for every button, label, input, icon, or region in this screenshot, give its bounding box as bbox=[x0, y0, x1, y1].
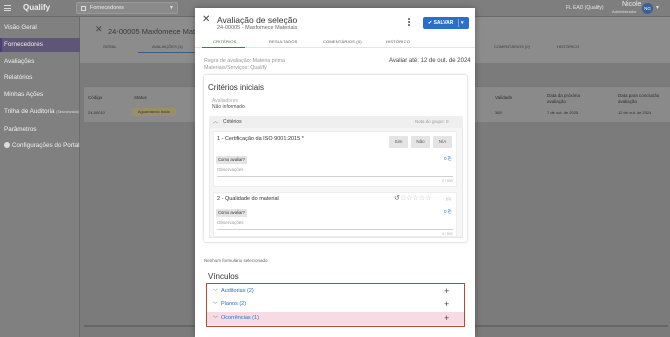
avatar[interactable]: NG bbox=[642, 3, 653, 14]
link-row-planos[interactable]: ﹀ Planos (2) + bbox=[207, 298, 464, 311]
sidebar-item-fornecedores[interactable]: Fornecedores bbox=[0, 38, 80, 52]
module-selector[interactable]: Fornecedores ▾ bbox=[76, 2, 178, 14]
sidebar: Visão Geral Fornecedores Avaliações Rela… bbox=[0, 17, 80, 337]
column-header-conclusao[interactable]: Data para conclusão avaliação bbox=[618, 93, 668, 104]
sidebar-item-relatorios[interactable]: Relatórios bbox=[0, 71, 80, 85]
sidebar-item-parametros[interactable]: Parâmetros bbox=[0, 123, 80, 137]
add-icon[interactable]: + bbox=[444, 312, 449, 324]
sidebar-item-visao-geral[interactable]: Visão Geral bbox=[0, 21, 80, 35]
link-label[interactable]: Ocorrências (1) bbox=[221, 315, 259, 321]
more-options-icon[interactable] bbox=[408, 18, 411, 28]
cell-codigo: 24-00010 bbox=[88, 110, 105, 115]
modal-subtitle: 24-00005 - Maxfomece Materiais bbox=[217, 25, 298, 31]
add-icon[interactable]: + bbox=[444, 298, 449, 310]
close-icon[interactable]: ✕ bbox=[95, 24, 103, 35]
rule-info: Regra de avaliação: Matéria prima Materi… bbox=[204, 58, 285, 71]
tab-comentarios[interactable]: COMENTÁRIOS (0) bbox=[323, 39, 362, 44]
active-tab-indicator bbox=[138, 52, 195, 53]
module-icon bbox=[81, 6, 86, 11]
group-score: Nota do grupo: 0 bbox=[415, 119, 449, 124]
save-button[interactable]: ✔ SALVAR ▾ bbox=[423, 17, 469, 29]
chevron-down-icon[interactable]: ﹀ bbox=[213, 315, 218, 322]
chevron-down-icon: ▾ bbox=[169, 5, 173, 11]
criteria-section-label: Critérios bbox=[223, 119, 242, 125]
sidebar-item-configuracoes[interactable]: Configurações do Portal bbox=[0, 139, 80, 153]
column-header-status[interactable]: Status bbox=[134, 95, 147, 101]
chevron-down-icon[interactable]: ﹀ bbox=[213, 288, 218, 295]
gear-icon bbox=[4, 142, 10, 149]
link-row-auditorias[interactable]: ﹀ Auditorias (2) + bbox=[207, 285, 464, 298]
module-label: Fornecedores bbox=[90, 5, 124, 11]
modal-title: Avaliação de seleção bbox=[217, 15, 298, 25]
option-sim-button[interactable]: Sim bbox=[389, 136, 408, 148]
tab-historico[interactable]: HISTÓRICO bbox=[386, 39, 410, 44]
attachment-count[interactable]: 0 ⎘ bbox=[444, 209, 451, 214]
star-rating[interactable]: ☆☆☆☆☆ bbox=[400, 194, 431, 202]
status-badge: Aguardando início bbox=[132, 108, 176, 116]
char-count: 0 / 500 bbox=[442, 232, 453, 236]
chevron-down-icon[interactable]: ▾ bbox=[656, 4, 659, 11]
chevron-up-icon[interactable]: ︿ bbox=[213, 118, 218, 125]
user-role: Administrador bbox=[612, 9, 637, 14]
sync-label: (Sincronizado) bbox=[56, 110, 79, 114]
column-header-codigo[interactable]: Código bbox=[88, 95, 102, 101]
sidebar-item-minhas-acoes[interactable]: Minhas Ações bbox=[0, 88, 80, 102]
tab-historico[interactable]: HISTÓRICO bbox=[557, 44, 579, 49]
add-icon[interactable]: + bbox=[444, 285, 449, 297]
due-date: Avaliar até: 12 de out. de 2024 bbox=[389, 58, 471, 64]
save-icon: ✔ bbox=[428, 20, 433, 26]
tab-resultados[interactable]: RESULTADOS bbox=[269, 39, 298, 44]
attachment-icon: ⎘ bbox=[447, 209, 452, 214]
chevron-down-icon[interactable]: ▾ bbox=[461, 17, 464, 29]
attachment-count[interactable]: 0 ⎘ bbox=[444, 156, 451, 161]
link-row-ocorrencias[interactable]: ﹀ Ocorrências (1) + bbox=[207, 312, 464, 325]
observations-field[interactable]: Observações bbox=[217, 167, 453, 177]
question-title: 2 - Qualidade do material bbox=[217, 196, 279, 202]
column-header-proxima[interactable]: Data da próxima avaliação bbox=[547, 93, 597, 104]
cell-proxima: 7 de out. de 2025 bbox=[547, 110, 579, 115]
link-label[interactable]: Planos (2) bbox=[221, 301, 246, 307]
evaluators-value: Não informado bbox=[212, 104, 245, 110]
tab-comentarios[interactable]: COMENTÁRIOS (0) bbox=[494, 44, 530, 49]
tab-criterios[interactable]: CRITÉRIOS bbox=[213, 39, 237, 44]
user-name[interactable]: Nicole bbox=[622, 1, 641, 8]
app-logo[interactable]: Qualify bbox=[23, 3, 50, 12]
cell-conclusao: 12 de out. de 2024 bbox=[618, 110, 652, 115]
how-to-evaluate-button[interactable]: Como avaliar? bbox=[216, 209, 247, 217]
option-nao-button[interactable]: Não bbox=[411, 136, 430, 148]
link-label[interactable]: Auditorias (2) bbox=[221, 288, 254, 294]
active-tab-indicator bbox=[202, 47, 245, 48]
evaluation-modal: ✕ Avaliação de seleção 24-00005 - Maxfom… bbox=[195, 8, 475, 337]
cell-validade: 365 bbox=[495, 110, 502, 115]
option-na-button[interactable]: N/A bbox=[433, 136, 452, 148]
company-name: FL EAD (Qualify) bbox=[566, 5, 604, 11]
reset-icon[interactable]: ↺ bbox=[394, 194, 400, 202]
sidebar-item-avaliacoes[interactable]: Avaliações bbox=[0, 55, 80, 69]
links-title: Vínculos bbox=[208, 272, 239, 281]
menu-icon[interactable] bbox=[4, 5, 11, 11]
question-title: 1 - Certificação da ISO 9001:2015 * bbox=[217, 136, 304, 142]
star-value: (0) bbox=[446, 196, 451, 201]
close-icon[interactable]: ✕ bbox=[202, 15, 210, 25]
criteria-title: Critérios iniciais bbox=[208, 83, 265, 92]
column-header-validade[interactable]: Validade bbox=[495, 95, 512, 101]
attachment-icon: ⎘ bbox=[447, 156, 452, 161]
sidebar-item-trilha-auditoria[interactable]: Trilha de Auditoria (Sincronizado) bbox=[0, 105, 80, 119]
no-form-message: Nenhum formulário selecionado bbox=[204, 258, 268, 263]
chevron-down-icon[interactable]: ﹀ bbox=[213, 301, 218, 308]
char-count: 0 / 500 bbox=[442, 179, 453, 183]
how-to-evaluate-button[interactable]: Como avaliar? bbox=[216, 156, 247, 164]
observations-field[interactable]: Observações bbox=[217, 220, 453, 230]
tab-avaliacoes[interactable]: AVALIAÇÕES (1) bbox=[152, 44, 183, 49]
tab-geral[interactable]: GERAL bbox=[103, 44, 117, 49]
